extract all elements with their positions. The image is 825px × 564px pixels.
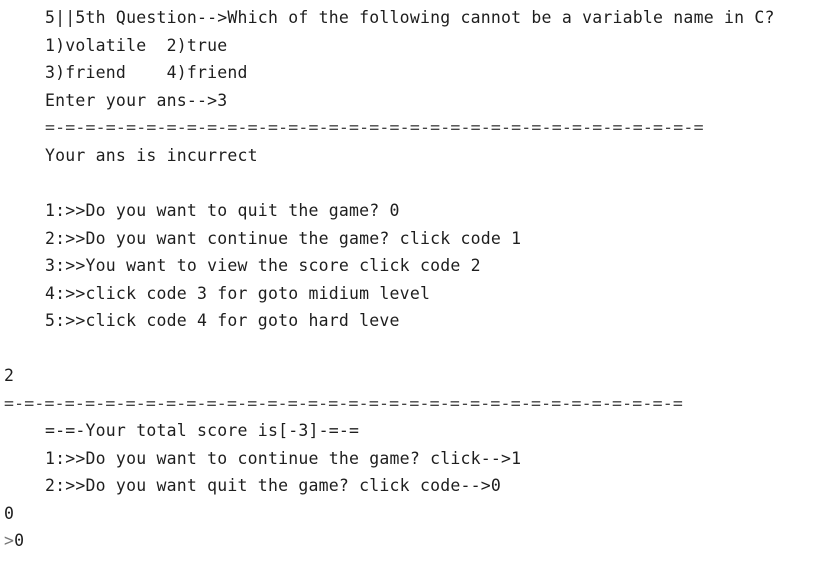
quit-option: 2:>>Do you want quit the game? click cod… bbox=[45, 476, 502, 495]
continue-option: 1:>>Do you want to continue the game? cl… bbox=[45, 449, 522, 468]
menu-option-continue: 2:>>Do you want continue the game? click… bbox=[45, 229, 522, 248]
options-row-1: 1)volatile 2)true bbox=[45, 36, 228, 55]
menu-option-medium-level: 4:>>click code 3 for goto midium level bbox=[45, 284, 431, 303]
question-header: 5||5th Question-->Which of the following… bbox=[45, 8, 775, 27]
answer-result: Your ans is incurrect bbox=[45, 146, 258, 165]
console-output: 5||5th Question-->Which of the following… bbox=[0, 0, 825, 564]
user-input-2: 2 bbox=[4, 366, 15, 385]
menu-option-hard-level: 5:>>click code 4 for goto hard leve bbox=[45, 311, 400, 330]
options-row-2: 3)friend 4)friend bbox=[45, 63, 248, 82]
menu-option-quit: 1:>>Do you want to quit the game? 0 bbox=[45, 201, 400, 220]
prompt-symbol: > bbox=[4, 531, 15, 550]
input-prompt-line[interactable]: >0 bbox=[4, 530, 24, 552]
entered-answer: Enter your ans-->3 bbox=[45, 91, 228, 110]
separator-line-2: =-=-=-=-=-=-=-=-=-=-=-=-=-=-=-=-=-=-=-=-… bbox=[4, 394, 683, 413]
prompt-value[interactable]: 0 bbox=[14, 531, 24, 550]
separator-line-1: =-=-=-=-=-=-=-=-=-=-=-=-=-=-=-=-=-=-=-=-… bbox=[45, 118, 704, 137]
user-input-0: 0 bbox=[4, 504, 15, 523]
menu-option-view-score: 3:>>You want to view the score click cod… bbox=[45, 256, 481, 275]
total-score: =-=-Your total score is[-3]-=-= bbox=[45, 421, 360, 440]
